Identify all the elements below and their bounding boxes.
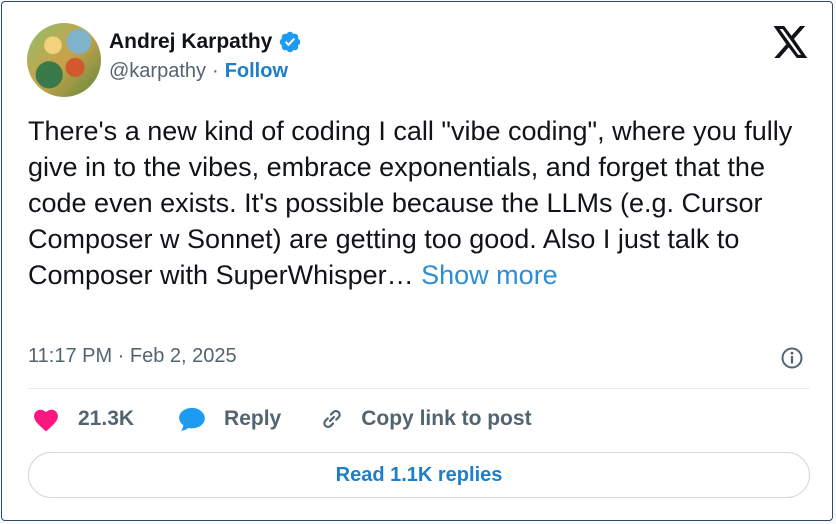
like-button[interactable]: 21.3K (32, 406, 134, 432)
show-more-link[interactable]: Show more (421, 260, 558, 290)
read-replies-button[interactable]: Read 1.1K replies (28, 452, 810, 498)
copy-link-label: Copy link to post (361, 407, 532, 430)
like-count: 21.3K (78, 407, 135, 430)
author-handle[interactable]: @karpathy (109, 60, 206, 83)
link-icon (323, 409, 341, 429)
tweet-body: There's a new kind of coding I call "vib… (28, 116, 793, 290)
tweet-card: Andrej Karpathy @karpathy · Follow There… (1, 1, 833, 521)
reply-button[interactable]: Reply (178, 406, 281, 432)
handle-separator: · (212, 60, 219, 82)
tweet-text: There's a new kind of coding I call "vib… (28, 113, 818, 293)
divider (28, 388, 810, 389)
reply-label: Reply (224, 407, 282, 430)
x-logo-icon[interactable] (773, 26, 809, 58)
speech-bubble-icon (179, 407, 205, 431)
verified-badge-icon (280, 31, 301, 53)
info-icon[interactable] (780, 346, 804, 370)
follow-button[interactable]: Follow (225, 60, 288, 83)
author-handle-row: @karpathy · Follow (109, 60, 288, 83)
tweet-actions: 21.3K Reply Copy link to post (32, 406, 532, 432)
author-name-row: Andrej Karpathy (109, 30, 302, 54)
author-avatar[interactable] (27, 23, 101, 97)
copy-link-button[interactable]: Copy link to post (319, 406, 532, 432)
read-replies-label: Read 1.1K replies (335, 463, 503, 486)
author-name[interactable]: Andrej Karpathy (109, 30, 272, 54)
tweet-timestamp[interactable]: 11:17 PM · Feb 2, 2025 (28, 345, 237, 368)
heart-icon (34, 409, 58, 432)
